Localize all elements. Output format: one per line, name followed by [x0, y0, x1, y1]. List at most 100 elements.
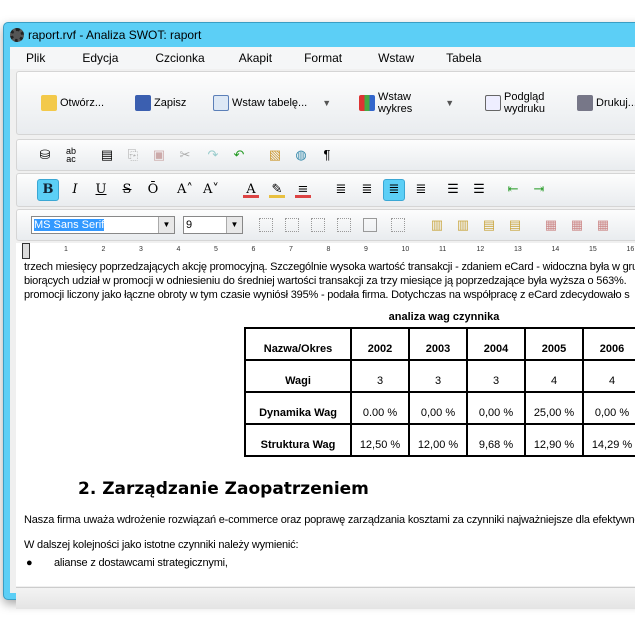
- document-area[interactable]: trzech miesięcy poprzedzających akcję pr…: [16, 259, 635, 586]
- justify-icon[interactable]: ≣: [413, 182, 429, 198]
- ruler[interactable]: 1 2 3 4 5 6 7 8 9 10 11 12 13 14 15 16: [16, 243, 635, 259]
- table-cell[interactable]: 3: [350, 359, 410, 393]
- shrink-font-icon[interactable]: A˅: [203, 182, 219, 198]
- font-size-select[interactable]: 9 ▼: [183, 216, 243, 234]
- select-all-icon[interactable]: ▤: [99, 147, 115, 163]
- menu-edycja[interactable]: Edycja: [82, 51, 118, 65]
- body-line: promocji liczony jako łączne obroty w ty…: [24, 289, 630, 301]
- menu-format[interactable]: Format: [304, 51, 342, 65]
- delete-cells-icon[interactable]: ▦: [543, 217, 559, 233]
- table-cell[interactable]: 0.00 %: [350, 391, 410, 425]
- align-center-icon[interactable]: ≣: [359, 182, 375, 198]
- increase-indent-icon[interactable]: ⇥: [531, 182, 547, 198]
- delete-columns-icon[interactable]: ▦: [569, 217, 585, 233]
- decrease-indent-icon[interactable]: ⇤: [505, 182, 521, 198]
- table-cell[interactable]: 12,90 %: [524, 423, 584, 457]
- insert-column-left-icon[interactable]: ▥: [429, 217, 445, 233]
- table-cell[interactable]: 2002: [350, 327, 410, 361]
- ruler-tick-label: 10: [401, 246, 410, 253]
- ruler-tick-label: 11: [439, 246, 447, 253]
- font-color-icon[interactable]: A: [243, 182, 259, 198]
- menu-akapit[interactable]: Akapit: [239, 51, 272, 65]
- table-cell[interactable]: 25,00 %: [524, 391, 584, 425]
- open-button[interactable]: Otwórz...: [41, 95, 104, 111]
- grow-font-icon[interactable]: A˄: [177, 182, 193, 198]
- menu-tabela[interactable]: Tabela: [446, 51, 481, 65]
- insert-row-below-icon[interactable]: ▤: [507, 217, 523, 233]
- align-left-icon[interactable]: ≣: [333, 182, 349, 198]
- ruler-tick-label: 7: [289, 246, 293, 253]
- table-cell[interactable]: 2004: [466, 327, 526, 361]
- table-cell[interactable]: 2005: [524, 327, 584, 361]
- dropdown-arrow-icon[interactable]: ▼: [322, 98, 331, 108]
- chevron-down-icon[interactable]: ▼: [158, 217, 174, 233]
- underline-button[interactable]: U: [93, 182, 109, 198]
- table-cell[interactable]: 12,00 %: [408, 423, 468, 457]
- table-cell[interactable]: 3: [466, 359, 526, 393]
- insert-row-above-icon[interactable]: ▤: [481, 217, 497, 233]
- ruler-tick-label: 2: [101, 246, 106, 253]
- print-preview-button[interactable]: Podgląd wydruku: [485, 91, 545, 115]
- indent-marker[interactable]: [22, 243, 30, 259]
- table-cell[interactable]: 0,00 %: [466, 391, 526, 425]
- dropdown-arrow-icon[interactable]: ▼: [445, 98, 454, 108]
- strikethrough-button[interactable]: S: [119, 182, 135, 198]
- font-select[interactable]: MS Sans Serif ▼: [31, 216, 175, 234]
- border-top-icon[interactable]: [311, 218, 325, 232]
- copy-icon[interactable]: ⎘: [125, 147, 141, 163]
- app-window: raport.rvf - Analiza SWOT: raport Plik E…: [3, 22, 635, 609]
- insert-table-button[interactable]: Wstaw tabelę... ▼: [213, 95, 331, 111]
- menu-wstaw[interactable]: Wstaw: [378, 51, 414, 65]
- table-cell[interactable]: Wagi: [244, 359, 352, 393]
- table-cell[interactable]: 0,00 %: [408, 391, 468, 425]
- app-gear-icon[interactable]: [10, 28, 24, 42]
- ruler-tick-label: 5: [214, 246, 218, 253]
- find-icon[interactable]: ⛁: [37, 147, 53, 163]
- table-cell[interactable]: 14,29 %: [582, 423, 635, 457]
- undo-icon[interactable]: ↶: [231, 147, 247, 163]
- save-button[interactable]: Zapisz: [135, 95, 186, 111]
- ruler-tick-label: 9: [364, 246, 368, 253]
- table-cell[interactable]: 2006: [582, 327, 635, 361]
- table-cell[interactable]: 0,00 %: [582, 391, 635, 425]
- chevron-down-icon[interactable]: ▼: [226, 217, 242, 233]
- table-cell[interactable]: 12,50 %: [350, 423, 410, 457]
- replace-icon[interactable]: ab ac: [63, 147, 79, 164]
- table-cell[interactable]: 4: [524, 359, 584, 393]
- align-right-icon[interactable]: ≣: [383, 179, 405, 201]
- border-bottom-icon[interactable]: [391, 218, 405, 232]
- italic-button[interactable]: I: [67, 182, 83, 198]
- table-cell[interactable]: 2003: [408, 327, 468, 361]
- table-cell[interactable]: 9,68 %: [466, 423, 526, 457]
- numbered-list-icon[interactable]: ☰: [471, 182, 487, 198]
- border-right-icon[interactable]: [337, 218, 351, 232]
- cut-icon[interactable]: ✂: [177, 147, 193, 163]
- bullet-list-icon[interactable]: ☰: [445, 182, 461, 198]
- bold-button[interactable]: B: [37, 179, 59, 201]
- paste-icon[interactable]: ▣: [151, 147, 167, 163]
- menu-plik[interactable]: Plik: [26, 51, 45, 65]
- redo-icon[interactable]: ↷: [205, 147, 221, 163]
- table-cell[interactable]: Struktura Wag: [244, 423, 352, 457]
- hyperlink-icon[interactable]: ◍: [293, 147, 309, 163]
- delete-rows-icon[interactable]: ▦: [595, 217, 611, 233]
- print-button[interactable]: Drukuj...: [577, 95, 635, 111]
- table-cell[interactable]: Nazwa/Okres: [244, 327, 352, 361]
- table-cell[interactable]: Dynamika Wag: [244, 391, 352, 425]
- border-left-icon[interactable]: [285, 218, 299, 232]
- overline-button[interactable]: Ō: [145, 182, 161, 198]
- insert-chart-button[interactable]: Wstaw wykres ▼: [359, 91, 454, 115]
- table-header-row: Nazwa/Okres 2002 2003 2004 2005 2006: [244, 327, 635, 361]
- table-cell[interactable]: 3: [408, 359, 468, 393]
- paragraph-color-icon[interactable]: ≡: [295, 182, 311, 198]
- table-cell[interactable]: 4: [582, 359, 635, 393]
- border-all-icon[interactable]: [363, 218, 377, 232]
- insert-image-icon[interactable]: ▧: [267, 147, 283, 163]
- insert-column-right-icon[interactable]: ▥: [455, 217, 471, 233]
- menu-czcionka[interactable]: Czcionka: [155, 51, 204, 65]
- highlight-icon[interactable]: ✎: [269, 182, 285, 198]
- table-caption: analiza wag czynnika: [388, 311, 500, 323]
- border-none-icon[interactable]: [259, 218, 273, 232]
- menu-bar: Plik Edycja Czcionka Akapit Format Wstaw…: [10, 47, 635, 69]
- pilcrow-icon[interactable]: ¶: [319, 147, 335, 163]
